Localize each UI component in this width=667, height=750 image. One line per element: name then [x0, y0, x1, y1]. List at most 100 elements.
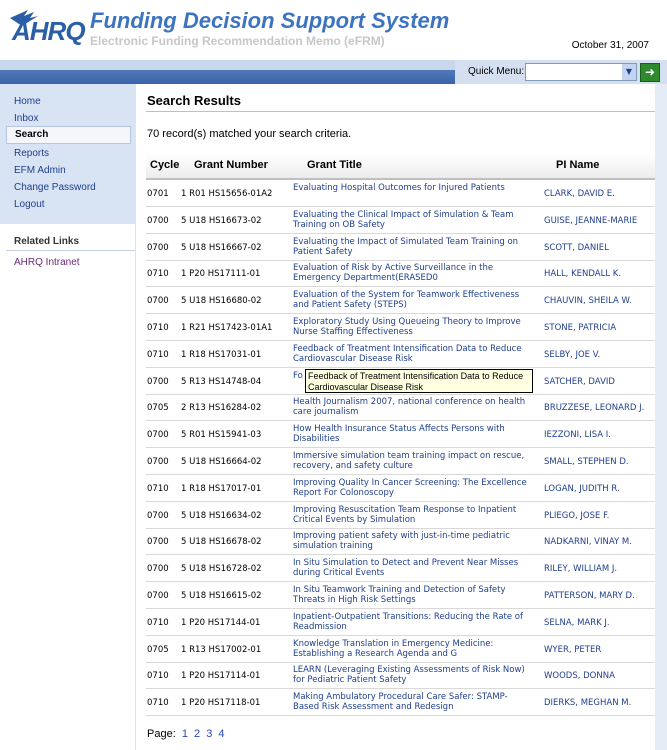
table-row[interactable]: 0700 5 U18 HS16680-02 Evaluation of the Sy…: [146, 287, 656, 315]
cell-cycle: 0710: [147, 483, 169, 494]
table-row[interactable]: 0700 5 U18 HS16615-02 In Situ Teamwork Tra…: [146, 582, 656, 609]
cell-cycle: 0700: [147, 510, 169, 521]
cell-grant-title[interactable]: Immersive simulation team training impac…: [293, 451, 533, 471]
cell-pi-name[interactable]: IEZZONI, LISA I.: [544, 430, 611, 440]
table-row[interactable]: 0700 5 U18 HS16634-02 Improving Resuscitat…: [146, 502, 656, 529]
cell-pi-name[interactable]: SELNA, MARK J.: [544, 618, 610, 628]
cell-grant-number: 2 R13 HS16284-02: [181, 403, 262, 414]
app-title: Funding Decision Support System: [90, 8, 450, 33]
cell-grant-title[interactable]: Making Ambulatory Procedural Care Safer:…: [293, 692, 533, 712]
cell-cycle: 0700: [147, 591, 169, 601]
cell-cycle: 0700: [147, 215, 169, 226]
cell-pi-name[interactable]: SCOTT, DANIEL: [544, 243, 609, 253]
cell-grant-title[interactable]: In Situ Teamwork Training and Detection …: [293, 585, 533, 605]
sidebar-item-search[interactable]: Search: [6, 126, 131, 144]
cell-grant-title[interactable]: Evaluation of the System for Teamwork Ef…: [293, 290, 533, 310]
table-row[interactable]: 0700 5 U18 HS16678-02 Improving patient sa…: [146, 528, 656, 556]
table-row[interactable]: 0700 5 R01 HS15941-03 How Health Insurance…: [146, 421, 656, 449]
table-row[interactable]: 0710 1 R18 HS17017-01 Improving Quality In…: [146, 475, 656, 502]
table-row[interactable]: 0700 5 U18 HS16673-02 Evaluating the Clini…: [146, 207, 656, 234]
cell-pi-name[interactable]: SELBY, JOE V.: [544, 350, 600, 360]
table-row[interactable]: 0700 5 U18 HS16667-02 Evaluating the Impac…: [146, 234, 656, 261]
cell-grant-number: 1 R21 HS17423-01A1: [181, 323, 273, 333]
cell-pi-name[interactable]: HALL, KENDALL K.: [544, 269, 621, 279]
table-row[interactable]: 0705 2 R13 HS16284-02 Health Journalism 20…: [146, 394, 656, 422]
sidebar-item-change-password[interactable]: Change Password: [14, 182, 96, 193]
cell-cycle: 0710: [147, 698, 169, 709]
cell-grant-title[interactable]: Knowledge Translation in Emergency Medic…: [293, 639, 533, 659]
sidebar-item-efm-admin[interactable]: EFM Admin: [14, 165, 66, 176]
page-link-3[interactable]: 3: [206, 728, 212, 740]
page-link-2[interactable]: 2: [194, 728, 200, 740]
table-row[interactable]: 0710 1 P20 HS17114-01 LEARN (Leveraging Ex…: [146, 662, 656, 690]
cell-cycle: 0705: [147, 644, 169, 655]
cell-pi-name[interactable]: CHAUVIN, SHEILA W.: [544, 296, 632, 306]
table-row[interactable]: 0700 5 U18 HS16728-02 In Situ Simulation t…: [146, 555, 656, 583]
column-header-grant-number[interactable]: Grant Number: [194, 159, 268, 171]
cell-grant-title[interactable]: Evaluation of Risk by Active Surveillanc…: [293, 263, 533, 283]
column-header-pi-name[interactable]: PI Name: [556, 159, 599, 171]
cell-grant-title[interactable]: Feedback of Treatment Intensification Da…: [293, 344, 533, 364]
scrollbar-track[interactable]: [655, 84, 667, 750]
cell-grant-number: 5 U18 HS16680-02: [181, 296, 262, 307]
cell-grant-title[interactable]: Improving Quality In Cancer Screening: T…: [293, 478, 533, 498]
cell-grant-number: 5 U18 HS16673-02: [181, 215, 262, 226]
table-row[interactable]: 0710 1 R18 HS17031-01 Feedback of Treatmen…: [146, 341, 656, 368]
cell-grant-title[interactable]: Health Journalism 2007, national confere…: [293, 397, 533, 417]
cell-pi-name[interactable]: PATTERSON, MARY D.: [544, 591, 635, 601]
cell-grant-number: 5 U18 HS16728-02: [181, 564, 262, 575]
table-row[interactable]: 0705 1 R13 HS17002-01 Knowledge Translatio…: [146, 636, 656, 663]
quick-menu-select[interactable]: ▼: [525, 63, 637, 81]
cell-cycle: 0710: [147, 617, 169, 628]
page-link-1[interactable]: 1: [182, 728, 188, 740]
cell-cycle: 0700: [147, 296, 169, 307]
cell-pi-name[interactable]: GUISE, JEANNE-MARIE: [544, 216, 637, 226]
cell-grant-title[interactable]: Inpatient-Outpatient Transitions: Reduci…: [293, 612, 533, 632]
cell-pi-name[interactable]: DIERKS, MEGHAN M.: [544, 698, 631, 708]
chevron-down-icon[interactable]: ▼: [622, 64, 636, 80]
table-row[interactable]: 0710 1 P20 HS17144-01 Inpatient-Outpatient…: [146, 609, 656, 636]
cell-grant-number: 1 R18 HS17017-01: [181, 483, 262, 494]
table-row[interactable]: 0710 1 P20 HS17118-01 Making Ambulatory Pr…: [146, 689, 656, 717]
cell-pi-name[interactable]: WYER, PETER: [544, 645, 601, 655]
sidebar-item-logout[interactable]: Logout: [14, 199, 45, 210]
table-row[interactable]: 0700 5 U18 HS16664-02 Immersive simulation…: [146, 448, 656, 475]
cell-grant-title[interactable]: Improving patient safety with just-in-ti…: [293, 531, 533, 551]
sidebar-item-home[interactable]: Home: [14, 96, 41, 107]
cell-grant-title[interactable]: Evaluating Hospital Outcomes for Injured…: [293, 183, 533, 193]
cell-pi-name[interactable]: STONE, PATRICIA: [544, 323, 616, 333]
page-link-4[interactable]: 4: [218, 728, 224, 740]
cell-grant-number: 1 P20 HS17111-01: [181, 269, 261, 280]
cell-pi-name[interactable]: NADKARNI, VINAY M.: [544, 537, 632, 547]
cell-cycle: 0701: [147, 189, 169, 199]
cell-grant-title[interactable]: Evaluating the Clinical Impact of Simula…: [293, 210, 533, 230]
cell-grant-number: 1 P20 HS17118-01: [181, 698, 261, 709]
table-row[interactable]: 0710 1 P20 HS17111-01 Evaluation of Risk b…: [146, 260, 656, 288]
cell-pi-name[interactable]: CLARK, DAVID E.: [544, 189, 615, 199]
table-row[interactable]: 0701 1 R01 HS15656-01A2 Evaluating Hospita…: [146, 180, 656, 207]
cell-cycle: 0700: [147, 457, 169, 467]
cell-pi-name[interactable]: SATCHER, DAVID: [544, 377, 615, 387]
table-header: Cycle Grant Number Grant Title PI Name: [146, 154, 656, 180]
cell-grant-title[interactable]: How Health Insurance Status Affects Pers…: [293, 424, 533, 444]
related-link-ahrq-intranet[interactable]: AHRQ Intranet: [14, 257, 80, 268]
cell-grant-title[interactable]: Evaluating the Impact of Simulated Team …: [293, 237, 533, 257]
column-header-grant-title[interactable]: Grant Title: [307, 159, 362, 171]
cell-grant-title[interactable]: Exploratory Study Using Queueing Theory …: [293, 317, 533, 337]
cell-grant-title[interactable]: LEARN (Leveraging Existing Assessments o…: [293, 665, 533, 685]
main-content: Search Results 70 record(s) matched your…: [135, 84, 667, 750]
sidebar-item-inbox[interactable]: Inbox: [14, 113, 38, 124]
cell-grant-title[interactable]: Improving Resuscitation Team Response to…: [293, 505, 533, 525]
cell-pi-name[interactable]: PLIEGO, JOSE F.: [544, 511, 609, 521]
sidebar-item-reports[interactable]: Reports: [14, 148, 49, 159]
cell-pi-name[interactable]: SMALL, STEPHEN D.: [544, 457, 629, 467]
cell-pi-name[interactable]: RILEY, WILLIAM J.: [544, 564, 617, 574]
cell-pi-name[interactable]: LOGAN, JUDITH R.: [544, 484, 620, 494]
cell-grant-title[interactable]: In Situ Simulation to Detect and Prevent…: [293, 558, 533, 578]
ahrq-logo[interactable]: AHRQ: [8, 8, 86, 52]
column-header-cycle[interactable]: Cycle: [150, 159, 179, 171]
go-button[interactable]: ➜: [640, 63, 660, 82]
cell-pi-name[interactable]: WOODS, DONNA: [544, 671, 615, 681]
table-row[interactable]: 0710 1 R21 HS17423-01A1 Exploratory Study …: [146, 314, 656, 341]
cell-pi-name[interactable]: BRUZZESE, LEONARD J.: [544, 403, 644, 413]
